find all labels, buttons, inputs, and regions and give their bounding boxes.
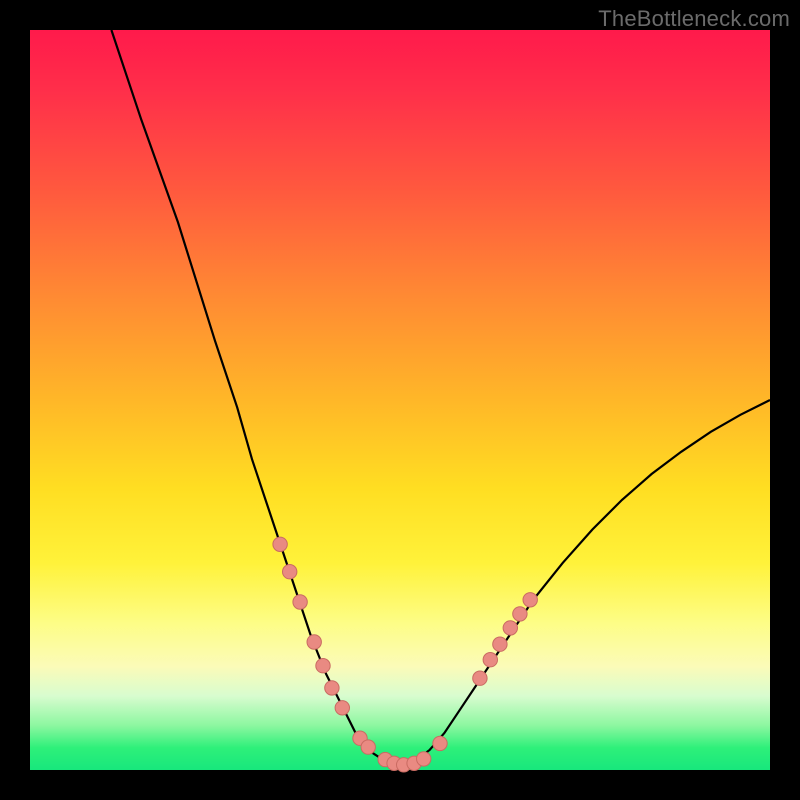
data-marker [417, 752, 431, 766]
data-marker [523, 593, 537, 607]
data-marker [325, 681, 339, 695]
data-marker [316, 659, 330, 673]
data-marker [493, 637, 507, 651]
data-marker [503, 621, 517, 635]
chart-overlay [30, 30, 770, 770]
data-marker [273, 537, 287, 551]
data-marker [483, 653, 497, 667]
chart-frame: TheBottleneck.com [0, 0, 800, 800]
bottleneck-curve [111, 30, 770, 766]
data-marker [307, 635, 321, 649]
data-marker [473, 671, 487, 685]
data-marker [335, 701, 349, 715]
data-marker [293, 595, 307, 609]
data-marker [433, 736, 447, 750]
data-marker [283, 565, 297, 579]
watermark-text: TheBottleneck.com [598, 6, 790, 32]
data-marker [361, 740, 375, 754]
data-marker [513, 607, 527, 621]
